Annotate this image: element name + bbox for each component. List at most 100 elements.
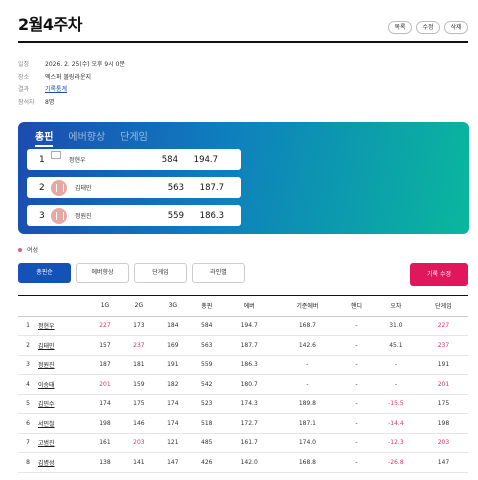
avg-cell: 194.7 — [223, 316, 275, 336]
handicap-cell: - — [340, 355, 373, 375]
podium-card[interactable]: 1 정현우 584 194.7 — [27, 149, 241, 170]
g3-cell: 169 — [155, 335, 190, 356]
edit-record-button[interactable]: 기록 수정 — [410, 263, 468, 286]
edit-button[interactable]: 수정 — [416, 21, 440, 34]
g3-cell: 184 — [155, 316, 190, 336]
diff-cell: -26.8 — [372, 452, 419, 473]
info-value: 엑스퍼 볼링라운지 — [45, 73, 92, 81]
avg-cell: 172.7 — [223, 413, 275, 434]
podium-tab-total[interactable]: 총핀 — [35, 128, 54, 147]
avatar-icon — [51, 207, 67, 224]
g2-cell: 146 — [121, 413, 156, 434]
avg-cell: 186.3 — [223, 355, 275, 375]
name-cell: 김태민 — [38, 335, 88, 356]
player-name-link[interactable]: 정현우 — [38, 323, 55, 330]
col-avg: 에버 — [223, 296, 275, 317]
table-header-row: 1G 2G 3G 총핀 에버 기준에버 핸디 오차 단게임 — [18, 296, 468, 317]
handicap-cell: - — [340, 452, 373, 473]
avg-cell: 142.0 — [223, 452, 275, 473]
g1-cell: 227 — [88, 316, 122, 336]
diff-cell: - — [372, 374, 419, 395]
tab-lane[interactable]: 라인별 — [192, 263, 245, 283]
base-avg-cell: 189.8 — [274, 394, 341, 414]
info-value: 8명 — [45, 98, 55, 106]
podium-tabs: 총핀 에버향상 단게임 — [35, 128, 148, 147]
base-avg-cell: 168.8 — [274, 452, 341, 473]
average: 186.3 — [199, 210, 224, 221]
rank-cell: 3 — [18, 355, 38, 375]
g2-cell: 175 — [121, 394, 156, 414]
g3-cell: 182 — [155, 374, 190, 395]
handicap-cell: - — [340, 433, 373, 453]
g2-cell: 141 — [121, 452, 156, 473]
rank-cell: 4 — [18, 374, 38, 395]
score-table: 1G 2G 3G 총핀 에버 기준에버 핸디 오차 단게임 1 정현우 227 173… — [18, 296, 468, 473]
col-base-avg: 기준에버 — [274, 296, 341, 317]
best-cell: 227 — [418, 316, 468, 336]
player-name-link[interactable]: 이승태 — [38, 382, 55, 389]
handicap-cell: - — [340, 374, 373, 395]
g2-cell: 203 — [121, 433, 156, 453]
col-g3: 3G — [155, 296, 190, 317]
stats-link[interactable]: 기록통계 — [45, 84, 67, 97]
best-cell: 191 — [418, 355, 468, 375]
best-cell: 175 — [418, 394, 468, 414]
podium-tab-improve[interactable]: 에버향상 — [68, 128, 105, 147]
total-cell: 426 — [189, 452, 224, 473]
name-cell: 이승태 — [38, 374, 88, 395]
tab-improve[interactable]: 에버향상 — [76, 263, 129, 283]
name-cell: 김병성 — [38, 452, 88, 473]
player-name: 김태민 — [75, 185, 92, 192]
handicap-cell: - — [340, 394, 373, 414]
rank-cell: 2 — [18, 335, 38, 356]
base-avg-cell: - — [274, 374, 341, 395]
player-name-link[interactable]: 서민철 — [38, 421, 55, 428]
player-name-link[interactable]: 정원진 — [38, 362, 55, 369]
col-total: 총핀 — [189, 296, 224, 317]
name-cell: 김민수 — [38, 394, 88, 414]
header-actions: 목록 수정 삭제 — [388, 21, 468, 34]
table-row: 2 김태민 157 237 169 563 187.7 142.6-45.1 237 — [18, 335, 468, 356]
diff-cell: -15.5 — [372, 394, 419, 414]
player-name: 정원진 — [75, 213, 92, 220]
col-g2: 2G — [121, 296, 156, 317]
diff-cell: 45.1 — [372, 335, 419, 356]
podium-tab-single[interactable]: 단게임 — [120, 128, 148, 147]
player-name-link[interactable]: 김태민 — [38, 343, 55, 350]
g2-cell: 237 — [121, 335, 156, 356]
diff-cell: 31.0 — [372, 316, 419, 336]
rank-cell: 6 — [18, 413, 38, 434]
info-row-result: 결과 기록통계 — [18, 84, 125, 97]
podium-card[interactable]: 2 김태민 563 187.7 — [27, 177, 241, 198]
name-cell: 서민철 — [38, 413, 88, 434]
player-name: 정현우 — [69, 157, 86, 164]
total-pins: 559 — [167, 210, 184, 221]
base-avg-cell: 168.7 — [274, 316, 341, 336]
g3-cell: 121 — [155, 433, 190, 453]
player-name-link[interactable]: 김민수 — [38, 401, 55, 408]
base-avg-cell: - — [274, 355, 341, 375]
g1-cell: 157 — [88, 335, 122, 356]
player-name-link[interactable]: 김병성 — [38, 460, 55, 467]
podium-card[interactable]: 3 정원진 559 186.3 — [27, 205, 241, 226]
total-cell: 542 — [189, 374, 224, 395]
rank-number: 1 — [39, 154, 45, 165]
info-label: 장소 — [18, 73, 30, 81]
best-cell: 237 — [418, 335, 468, 356]
info-value: 2026. 2. 25(수) 오후 9시 0분 — [45, 61, 125, 68]
legend-label: 여성 — [27, 247, 39, 254]
table-row: 8 김병성 138 141 147 426 142.0 168.8- -26.8 147 — [18, 452, 468, 473]
col-name — [38, 296, 88, 317]
info-row-date: 일정 2026. 2. 25(수) 오후 9시 0분 — [18, 59, 125, 72]
avatar-image — [51, 150, 61, 159]
tab-single[interactable]: 단게임 — [134, 263, 187, 283]
delete-button[interactable]: 삭제 — [444, 21, 468, 34]
player-name-link[interactable]: 고범진 — [38, 440, 55, 447]
best-cell: 147 — [418, 452, 468, 473]
g1-cell: 138 — [88, 452, 122, 473]
base-avg-cell: 174.0 — [274, 433, 341, 453]
col-g1: 1G — [88, 296, 122, 317]
tab-total[interactable]: 총핀순 — [18, 263, 71, 283]
rank-cell: 5 — [18, 394, 38, 414]
list-button[interactable]: 목록 — [388, 21, 412, 34]
